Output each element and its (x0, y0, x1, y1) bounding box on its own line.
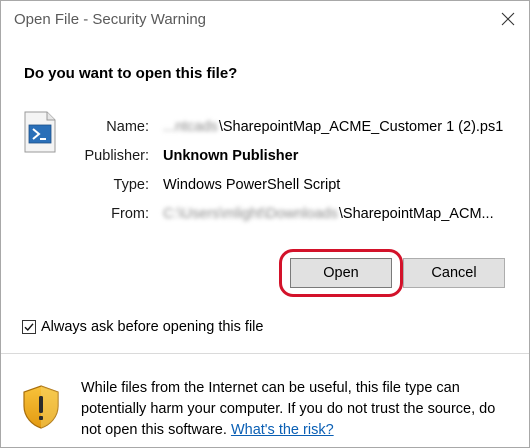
type-label: Type: (113, 177, 149, 193)
name-label: Name: (106, 119, 149, 135)
cancel-button[interactable]: Cancel (403, 258, 505, 288)
close-button[interactable] (495, 7, 521, 31)
window-title: Open File - Security Warning (14, 11, 207, 28)
publisher-value: Unknown Publisher (163, 148, 299, 164)
always-ask-label: Always ask before opening this file (41, 319, 264, 335)
dialog-heading: Do you want to open this file? (24, 65, 238, 82)
close-icon (501, 12, 515, 26)
publisher-label: Publisher: (84, 148, 149, 164)
shield-warning-icon (23, 385, 59, 429)
whats-the-risk-link[interactable]: What's the risk? (231, 422, 334, 438)
title-bar: Open File - Security Warning (1, 1, 529, 37)
from-path: \SharepointMap_ACM... (338, 206, 494, 222)
name-value: ...ntcads\SharepointMap_ACME_Customer 1 … (163, 117, 503, 137)
file-name: \SharepointMap_ACME_Customer 1 (2).ps1 (218, 119, 504, 135)
checkmark-icon (24, 323, 34, 332)
name-row: Name: ...ntcads\SharepointMap_ACME_Custo… (1, 117, 529, 137)
type-value: Windows PowerShell Script (163, 177, 341, 193)
always-ask-checkbox[interactable] (22, 320, 36, 334)
from-redacted: C:\Users\mlight\Downloads (163, 206, 338, 222)
separator (1, 353, 529, 354)
from-label: From: (111, 206, 149, 222)
warning-message: While files from the Internet can be use… (81, 378, 511, 441)
name-redacted: ...ntcads (163, 119, 218, 135)
security-warning-dialog: Open File - Security Warning Do you want… (0, 0, 530, 448)
open-button[interactable]: Open (290, 258, 392, 288)
publisher-row: Publisher: Unknown Publisher (1, 146, 529, 166)
from-value: C:\Users\mlight\Downloads\SharepointMap_… (163, 204, 494, 224)
type-row: Type: Windows PowerShell Script (1, 175, 529, 195)
from-row: From: C:\Users\mlight\Downloads\Sharepoi… (1, 204, 529, 224)
